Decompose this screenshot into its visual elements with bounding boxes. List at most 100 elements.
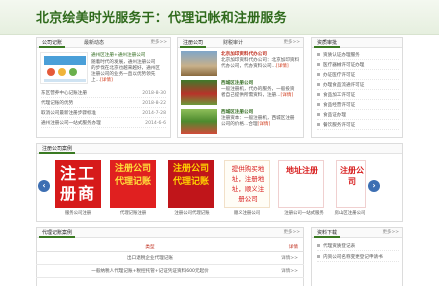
case-image[interactable]: 提供购买地址，注册地址，顺义注册公司 bbox=[224, 160, 270, 208]
feature-desc-tail: 上... bbox=[91, 78, 100, 83]
qualification-item-label: 餐饮服务许可证 bbox=[323, 123, 356, 128]
case-caption[interactable]: 房山区注册公司 bbox=[332, 210, 368, 216]
qualification-item[interactable]: 食品证办理 bbox=[317, 111, 399, 120]
news-row[interactable]: 东区营养中心记账注册 2018-8-30 bbox=[41, 90, 166, 98]
feature-desc-line-4: 上...[详情] bbox=[91, 78, 113, 84]
register-panel: 注册公司 财税审计 更多>> 北京加印资料代办公司 北京加印资料代办公司：北京加… bbox=[177, 37, 304, 138]
news-title: 通州注册公司一站式服务办理 bbox=[41, 121, 101, 126]
register-item-desc-text: 者自己提供所需资料，注册... bbox=[221, 93, 281, 98]
table-row[interactable]: 出口退税企业代理记账 详情>> bbox=[36, 251, 304, 265]
carousel-next-button[interactable]: › bbox=[368, 180, 380, 192]
bookkeeping-cases-title: 代理记账案例 bbox=[39, 228, 76, 238]
qualification-item[interactable]: 办证医疗许可证 bbox=[317, 71, 399, 80]
register-item-thumbnail[interactable] bbox=[181, 80, 217, 105]
column-header-detail: 详情 bbox=[264, 243, 304, 252]
row-detail-link[interactable]: 详情>> bbox=[264, 251, 304, 265]
register-item-desc-text: 代办公司，代办资料公司... bbox=[221, 64, 276, 69]
case-image-text: 注工册商 bbox=[59, 164, 96, 203]
news-more-link[interactable]: 更多>> bbox=[150, 38, 167, 48]
qualification-item[interactable]: 食品经营许可证 bbox=[317, 101, 399, 110]
register-item-detail-link[interactable]: [详情] bbox=[281, 93, 294, 98]
banner-title: 北京绘美时光服务于：代理记帐和注册服务 bbox=[36, 11, 287, 26]
news-title: 取消公司最新注册步骤标准 bbox=[41, 111, 97, 116]
feature-detail-link[interactable]: [详情] bbox=[100, 78, 113, 83]
tab-register-company[interactable]: 注册公司 bbox=[180, 38, 207, 48]
register-item-thumbnail[interactable] bbox=[181, 109, 217, 134]
qualification-item-label: 医疗器械许可证办理 bbox=[323, 63, 365, 68]
cases-panel-header: 注册公司案例 bbox=[37, 144, 402, 154]
register-panel-header: 注册公司 财税审计 更多>> bbox=[178, 38, 303, 48]
feature-title[interactable]: 通州区注册+通州注册公司 bbox=[91, 53, 145, 59]
news-date: 2014-6-6 bbox=[145, 121, 166, 126]
case-image[interactable]: 注册公司 bbox=[336, 160, 366, 208]
bullet-icon bbox=[317, 63, 320, 66]
bookkeeping-more-link[interactable]: 更多>> bbox=[283, 228, 300, 238]
case-caption[interactable]: 服务公司注册 bbox=[55, 210, 101, 216]
download-item[interactable]: 代理资质登记表 bbox=[317, 242, 399, 251]
qualification-item-label: 办证医疗许可证 bbox=[323, 73, 356, 78]
downloads-more-link[interactable]: 更多>> bbox=[382, 228, 399, 238]
bullet-icon bbox=[317, 53, 320, 56]
case-caption[interactable]: 注册公司代理记账 bbox=[164, 210, 220, 216]
news-date: 2014-7-28 bbox=[142, 111, 166, 116]
qualification-item[interactable]: 医疗器械许可证办理 bbox=[317, 61, 399, 70]
case-image-text: 地址注册 bbox=[286, 166, 318, 175]
qualification-item-label: 食品经营许可证 bbox=[323, 103, 356, 108]
register-item-desc-tail: 代办公司，代办资料公司...[详情] bbox=[221, 64, 289, 70]
qualification-item-label: 食品加工许可证 bbox=[323, 93, 356, 98]
qualification-item[interactable]: 餐饮服务许可证 bbox=[317, 121, 399, 130]
qualification-item[interactable]: 资质认证办理服务 bbox=[317, 51, 399, 60]
downloads-title: 资料下载 bbox=[314, 228, 341, 238]
bullet-icon bbox=[317, 83, 320, 86]
bullet-icon bbox=[317, 255, 320, 258]
news-row[interactable]: 通州注册公司一站式服务办理 2014-6-6 bbox=[41, 120, 166, 128]
downloads-panel: 资料下载 更多>> 代理资质登记表 内资公司名称变更登记申请书 bbox=[311, 227, 403, 286]
qualification-item-label: 办理食品流通许可证 bbox=[323, 83, 365, 88]
register-more-link[interactable]: 更多>> bbox=[283, 38, 300, 48]
news-date: 2018-8-30 bbox=[142, 91, 166, 96]
row-type: 出口退税企业代理记账 bbox=[36, 251, 264, 265]
register-item-detail-link[interactable]: [详情] bbox=[276, 64, 289, 69]
case-image-text: 注册公司代理记账 bbox=[114, 164, 151, 187]
row-detail-link[interactable]: 详情>> bbox=[264, 264, 304, 278]
news-row[interactable]: 取消公司最新注册步骤标准 2014-7-28 bbox=[41, 110, 166, 118]
case-image[interactable]: 注册公司代理记账 bbox=[110, 160, 156, 208]
tab-qualification[interactable]: 资质审批 bbox=[314, 38, 341, 48]
news-title: 东区营养中心记账注册 bbox=[41, 91, 87, 96]
qualification-item[interactable]: 食品加工许可证 bbox=[317, 91, 399, 100]
qualification-panel: 资质审批 资质认证办理服务 医疗器械许可证办理 办证医疗许可证 办理食品流通许可… bbox=[311, 37, 403, 138]
case-image[interactable]: 注工册商 bbox=[55, 160, 101, 208]
case-caption[interactable]: 代理记账注册 bbox=[110, 210, 156, 216]
bullet-icon bbox=[317, 123, 320, 126]
news-title: 代理记账的优势 bbox=[41, 101, 74, 106]
qualification-item[interactable]: 办理食品流通许可证 bbox=[317, 81, 399, 90]
download-item-label: 内资公司名称变更登记申请书 bbox=[323, 255, 383, 260]
table-row[interactable]: 一般纳税人代理记账+税控托管+记证凭证资料600元起价 详情>> bbox=[36, 264, 304, 278]
bookkeeping-cases-header: 代理记账案例 更多>> bbox=[37, 228, 303, 238]
register-item-desc-tail: 公司的价格...合理[详情] bbox=[221, 122, 270, 128]
case-caption[interactable]: 顺义注册公司 bbox=[224, 210, 270, 216]
tab-tax-audit[interactable]: 财税审计 bbox=[220, 38, 246, 48]
row-type: 一般纳税人代理记账+税控托管+记证凭证资料600元起价 bbox=[36, 264, 264, 278]
news-date: 2018-8-22 bbox=[142, 101, 166, 106]
feature-thumbnail[interactable] bbox=[40, 52, 88, 84]
register-item-detail-link[interactable]: [详情] bbox=[258, 122, 271, 127]
register-item-thumbnail[interactable] bbox=[181, 51, 217, 76]
carousel-prev-button[interactable]: ‹ bbox=[38, 180, 50, 192]
tab-latest-news[interactable]: 最新动态 bbox=[81, 38, 107, 48]
table-header-row: 类型 详情 bbox=[36, 243, 304, 252]
case-image-text: 注册公司 bbox=[340, 166, 364, 186]
news-row[interactable]: 代理记账的优势 2018-8-22 bbox=[41, 100, 166, 108]
case-image[interactable]: 地址注册 bbox=[278, 160, 324, 208]
case-caption[interactable]: 注册公司一站式服务 bbox=[276, 210, 332, 216]
tab-company-bookkeeping[interactable]: 公司记账 bbox=[39, 38, 66, 48]
downloads-panel-header: 资料下载 更多>> bbox=[312, 228, 402, 238]
download-item[interactable]: 内资公司名称变更登记申请书 bbox=[317, 253, 399, 262]
register-item-desc-text: 公司的价格...合理 bbox=[221, 122, 258, 127]
case-image[interactable]: 注册公司代理记账 bbox=[168, 160, 214, 208]
register-item-desc-tail: 者自己提供所需资料，注册...[详情] bbox=[221, 93, 293, 99]
news-panel: 公司记账 最新动态 更多>> 通州区注册+通州注册公司 随着时代的发展，通州注册… bbox=[36, 37, 171, 138]
bullet-icon bbox=[317, 103, 320, 106]
news-panel-header: 公司记账 最新动态 更多>> bbox=[37, 38, 170, 48]
cases-title: 注册公司案例 bbox=[39, 144, 76, 154]
